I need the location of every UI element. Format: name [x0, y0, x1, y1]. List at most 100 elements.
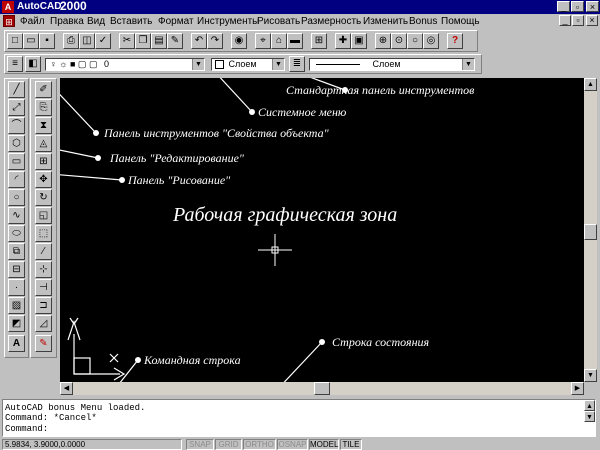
chevron-down-icon[interactable]: ▼ — [462, 59, 474, 70]
extend-icon[interactable]: ⊣ — [35, 279, 52, 296]
tracking-icon[interactable]: ⌖ — [255, 33, 271, 49]
aerial-view-icon[interactable]: ▣ — [351, 33, 367, 49]
offset-icon[interactable]: ◬ — [35, 135, 52, 152]
system-menu-icon[interactable]: ⊞ — [3, 15, 15, 27]
trim-icon[interactable]: ⊹ — [35, 261, 52, 278]
mirror-icon[interactable]: ⧗ — [35, 117, 52, 134]
distance-icon[interactable]: ▬ — [287, 33, 303, 49]
stretch-icon[interactable]: ⬚ — [35, 225, 52, 242]
menu-bonus[interactable]: Bonus — [409, 15, 437, 28]
menu-edit[interactable]: Правка — [50, 15, 84, 28]
print-preview-icon[interactable]: ◫ — [79, 33, 95, 49]
doc-restore-button[interactable]: ▫ — [572, 15, 584, 26]
explode-icon[interactable]: ✎ — [35, 335, 52, 352]
help-icon[interactable]: ? — [447, 33, 463, 49]
menu-draw[interactable]: Рисовать — [257, 15, 300, 28]
menu-dimension[interactable]: Размерность — [301, 15, 361, 28]
cut-icon[interactable]: ✂ — [119, 33, 135, 49]
layers-icon[interactable]: ◧ — [25, 56, 41, 72]
redraw-icon[interactable]: ⊞ — [311, 33, 327, 49]
autocad-app-icon[interactable]: A — [2, 1, 14, 13]
hyperlink-icon[interactable]: ◉ — [231, 33, 247, 49]
open-folder-icon[interactable]: ▭ — [23, 33, 39, 49]
vertical-scrollbar[interactable]: ▲ ▼ — [584, 78, 597, 382]
command-scroll-down-icon[interactable]: ▼ — [584, 411, 595, 422]
chevron-down-icon[interactable]: ▼ — [272, 59, 284, 70]
move-icon[interactable]: ✥ — [35, 171, 52, 188]
ellipse-icon[interactable]: ⬭ — [8, 225, 25, 242]
scroll-right-icon[interactable]: ▶ — [571, 382, 584, 395]
ucs-icon[interactable]: ⌂ — [271, 33, 287, 49]
osnap-toggle[interactable]: OSNAP — [277, 439, 308, 450]
menu-file[interactable]: Файл — [20, 15, 45, 28]
break-icon[interactable]: ⊐ — [35, 297, 52, 314]
array-icon[interactable]: ⊞ — [35, 153, 52, 170]
chamfer-icon[interactable]: ◿ — [35, 315, 52, 332]
menu-insert[interactable]: Вставить — [110, 15, 152, 28]
make-block-icon[interactable]: ⊟ — [8, 261, 25, 278]
multiline-text-icon[interactable]: A — [8, 335, 25, 352]
arc-icon[interactable]: ◜ — [8, 171, 25, 188]
new-file-icon[interactable]: □ — [7, 33, 23, 49]
menu-format[interactable]: Формат — [158, 15, 194, 28]
doc-close-button[interactable]: × — [586, 15, 598, 26]
scroll-up-icon[interactable]: ▲ — [584, 78, 597, 91]
spline-icon[interactable]: ∿ — [8, 207, 25, 224]
tile-toggle[interactable]: TILE — [340, 439, 362, 450]
match-properties-icon[interactable]: ✎ — [167, 33, 183, 49]
menu-view[interactable]: Вид — [87, 15, 105, 28]
snap-toggle[interactable]: SNAP — [186, 439, 214, 450]
scroll-left-icon[interactable]: ◀ — [60, 382, 73, 395]
menu-modify[interactable]: Изменить — [363, 15, 408, 28]
polyline-icon[interactable]: ⌒ — [8, 117, 25, 134]
maximize-button[interactable]: ▫ — [571, 1, 584, 12]
hatch-icon[interactable]: ▨ — [8, 297, 25, 314]
zoom-extents-icon[interactable]: ◎ — [423, 33, 439, 49]
ortho-toggle[interactable]: ORTHO — [243, 439, 276, 450]
zoom-previous-icon[interactable]: ○ — [407, 33, 423, 49]
circle-icon[interactable]: ○ — [8, 189, 25, 206]
layer-combo[interactable]: ♀ ☼ ■ ▢ ▢ 0 ▼ — [45, 58, 205, 71]
save-icon[interactable]: ▪ — [39, 33, 55, 49]
zoom-window-icon[interactable]: ⊙ — [391, 33, 407, 49]
grid-toggle[interactable]: GRID — [215, 439, 242, 450]
drawing-area[interactable]: Стандартная панель инструментов Системно… — [60, 78, 584, 382]
horizontal-scrollbar[interactable]: ◀ ▶ — [60, 382, 584, 395]
linetype-combo[interactable]: Слоем ▼ — [309, 58, 475, 71]
line-icon[interactable]: ╱ — [8, 81, 25, 98]
doc-minimize-button[interactable]: _ — [559, 15, 571, 26]
command-prompt[interactable]: Command: — [5, 424, 48, 434]
point-icon[interactable]: · — [8, 279, 25, 296]
copy-object-icon[interactable]: ⎘ — [35, 99, 52, 116]
horizontal-scroll-thumb[interactable] — [314, 382, 330, 395]
color-combo[interactable]: Слоем ▼ — [211, 58, 285, 71]
zoom-realtime-icon[interactable]: ⊕ — [375, 33, 391, 49]
undo-icon[interactable]: ↶ — [191, 33, 207, 49]
chevron-down-icon[interactable]: ▼ — [192, 59, 204, 70]
lengthen-icon[interactable]: ⁄ — [35, 243, 52, 260]
model-toggle[interactable]: MODEL — [309, 439, 339, 450]
spell-check-icon[interactable]: ✓ — [95, 33, 111, 49]
command-window[interactable]: AutoCAD bonus Menu loaded. Command: *Can… — [2, 399, 596, 437]
paste-icon[interactable]: ▤ — [151, 33, 167, 49]
rectangle-icon[interactable]: ▭ — [8, 153, 25, 170]
erase-icon[interactable]: ✐ — [35, 81, 52, 98]
region-icon[interactable]: ◩ — [8, 315, 25, 332]
close-button[interactable]: × — [586, 1, 599, 12]
scroll-down-icon[interactable]: ▼ — [584, 369, 597, 382]
menu-tools[interactable]: Инструменты — [197, 15, 259, 28]
construction-line-icon[interactable]: ⤢ — [8, 99, 25, 116]
print-icon[interactable]: ⎙ — [63, 33, 79, 49]
make-layer-current-icon[interactable]: ≡ — [7, 56, 23, 72]
menu-help[interactable]: Помощь — [441, 15, 480, 28]
scale-icon[interactable]: ◱ — [35, 207, 52, 224]
copy-icon[interactable]: ❐ — [135, 33, 151, 49]
minimize-button[interactable]: _ — [557, 1, 570, 12]
insert-block-icon[interactable]: ⧉ — [8, 243, 25, 260]
polygon-icon[interactable]: ⬡ — [8, 135, 25, 152]
linetype-icon[interactable]: ≣ — [289, 56, 305, 72]
vertical-scroll-thumb[interactable] — [584, 224, 597, 240]
command-scroll-up-icon[interactable]: ▲ — [584, 400, 595, 411]
rotate-icon[interactable]: ↻ — [35, 189, 52, 206]
redo-icon[interactable]: ↷ — [207, 33, 223, 49]
